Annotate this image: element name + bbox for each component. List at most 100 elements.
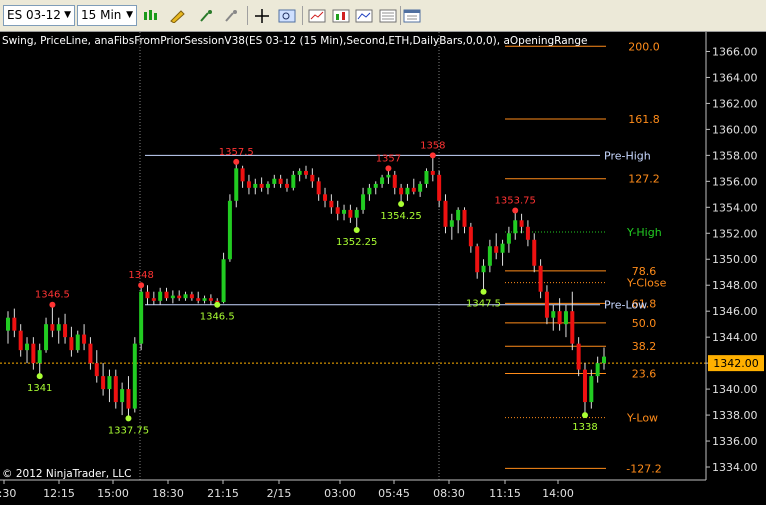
time-tick-label: 21:15 bbox=[207, 487, 239, 500]
candle-body bbox=[525, 226, 530, 240]
candle-body bbox=[139, 291, 144, 344]
candle-body bbox=[88, 343, 93, 364]
data-box-icon[interactable] bbox=[378, 5, 398, 26]
candle-body bbox=[544, 291, 549, 318]
candle-body bbox=[240, 168, 245, 182]
session-level-label: Y-Close bbox=[626, 277, 667, 290]
candle-body bbox=[69, 337, 74, 351]
candle-body bbox=[411, 187, 416, 192]
candle-body bbox=[380, 177, 385, 184]
price-tick-label: 1356.00 bbox=[712, 175, 758, 188]
candle-body bbox=[494, 246, 499, 253]
candle-body bbox=[570, 311, 575, 344]
time-tick-label: 05:45 bbox=[378, 487, 410, 500]
interval-label: 15 Min bbox=[81, 8, 122, 22]
candle-body bbox=[582, 369, 587, 403]
instrument-selector[interactable]: ES 03-12 ▼ bbox=[3, 5, 75, 26]
chart-toolbar: ES 03-12 ▼ 15 Min ▼ bbox=[0, 0, 766, 32]
candle-body bbox=[538, 265, 543, 292]
swing-label: 1357.5 bbox=[219, 147, 254, 158]
fib-level-label: -127.2 bbox=[626, 462, 661, 475]
candle-body bbox=[221, 259, 226, 303]
magnifier-icon[interactable] bbox=[277, 5, 297, 26]
candle-body bbox=[392, 174, 397, 188]
crosshair-icon[interactable] bbox=[252, 5, 272, 26]
price-tick-label: 1354.00 bbox=[712, 201, 758, 214]
candle-body bbox=[430, 170, 435, 175]
swing-dot bbox=[49, 301, 56, 308]
candle-body bbox=[101, 376, 106, 390]
bar-type-icon[interactable] bbox=[141, 5, 161, 26]
candle-body bbox=[513, 220, 518, 234]
swing-dot bbox=[36, 373, 43, 380]
time-tick-label: 2/15 bbox=[267, 487, 292, 500]
candle-body bbox=[418, 183, 423, 192]
swing-label: 1346.5 bbox=[35, 290, 70, 301]
time-tick-label: 14:00 bbox=[542, 487, 574, 500]
candle-body bbox=[291, 174, 296, 188]
candle-body bbox=[234, 168, 239, 201]
swing-label: 1353.75 bbox=[495, 196, 536, 207]
indicator-label: Swing, PriceLine, anaFibsFromPriorSessio… bbox=[2, 35, 587, 47]
candle-body bbox=[120, 389, 125, 403]
time-tick-label: 08:30 bbox=[433, 487, 465, 500]
swing-dot bbox=[233, 158, 240, 165]
pencil-draw-icon[interactable] bbox=[168, 5, 188, 26]
session-level-label: Y-Low bbox=[626, 412, 658, 425]
candle-body bbox=[323, 194, 328, 201]
candle-body bbox=[563, 311, 568, 325]
strategies-icon[interactable] bbox=[331, 5, 351, 26]
price-axis[interactable]: 1334.00 1336.00 1338.00 1340.00 1342.00 1344.… bbox=[705, 32, 764, 480]
time-tick-label: 15:00 bbox=[97, 487, 129, 500]
swing-dot bbox=[353, 227, 360, 234]
time-tick-label: 12:15 bbox=[43, 487, 75, 500]
interval-selector[interactable]: 15 Min ▼ bbox=[77, 5, 137, 26]
indicators-icon[interactable] bbox=[307, 5, 327, 26]
candle-body bbox=[50, 324, 55, 331]
crosshair-pointer-icon[interactable] bbox=[197, 5, 217, 26]
swing-label: 1346.5 bbox=[200, 312, 235, 323]
candle-body bbox=[487, 246, 492, 266]
candle-body bbox=[462, 209, 467, 227]
candle-body bbox=[183, 294, 188, 299]
swing-dot bbox=[138, 282, 145, 289]
candle-body bbox=[316, 181, 321, 195]
fib-level-label: 161.8 bbox=[628, 113, 660, 126]
properties-icon[interactable] bbox=[402, 5, 422, 26]
candle-body bbox=[145, 291, 150, 299]
candle-body bbox=[126, 389, 131, 409]
swing-dot bbox=[385, 165, 392, 172]
candle-body bbox=[94, 363, 99, 377]
candle-body bbox=[56, 324, 61, 331]
swing-dot bbox=[429, 152, 436, 159]
candle-body bbox=[37, 350, 42, 364]
fib-level-label: 127.2 bbox=[628, 173, 660, 186]
prior-level-label: Pre-Low bbox=[604, 299, 647, 312]
candle-body bbox=[361, 194, 366, 210]
candle-body bbox=[259, 183, 264, 188]
price-tick-label: 1366.00 bbox=[712, 45, 758, 58]
candle-body bbox=[475, 246, 480, 273]
candle-body bbox=[456, 209, 461, 221]
candle-body bbox=[25, 343, 30, 351]
candle-body bbox=[31, 343, 36, 364]
prior-level-label: Pre-High bbox=[604, 149, 651, 162]
swing-label: 1337.75 bbox=[108, 425, 149, 436]
candle-body bbox=[576, 343, 581, 370]
swing-dot bbox=[398, 201, 405, 208]
price-tick-label: 1360.00 bbox=[712, 123, 758, 136]
price-tick-label: 1338.00 bbox=[712, 409, 758, 422]
candle-body bbox=[329, 200, 334, 208]
candle-body bbox=[6, 317, 10, 331]
candle-body bbox=[532, 239, 537, 266]
price-tick-label: 1344.00 bbox=[712, 331, 758, 344]
swing-dot bbox=[480, 288, 487, 295]
chart-data-icon[interactable] bbox=[354, 5, 374, 26]
zoom-tool-icon[interactable] bbox=[222, 5, 242, 26]
price-chart[interactable]: 200.0161.8127.278.661.850.038.223.6-127.… bbox=[0, 32, 766, 505]
time-tick-label: 9:30 bbox=[0, 487, 16, 500]
swing-label: 1341 bbox=[27, 383, 52, 394]
fib-level-label: 38.2 bbox=[632, 340, 657, 353]
candle-body bbox=[253, 183, 258, 188]
candle-body bbox=[449, 220, 454, 227]
